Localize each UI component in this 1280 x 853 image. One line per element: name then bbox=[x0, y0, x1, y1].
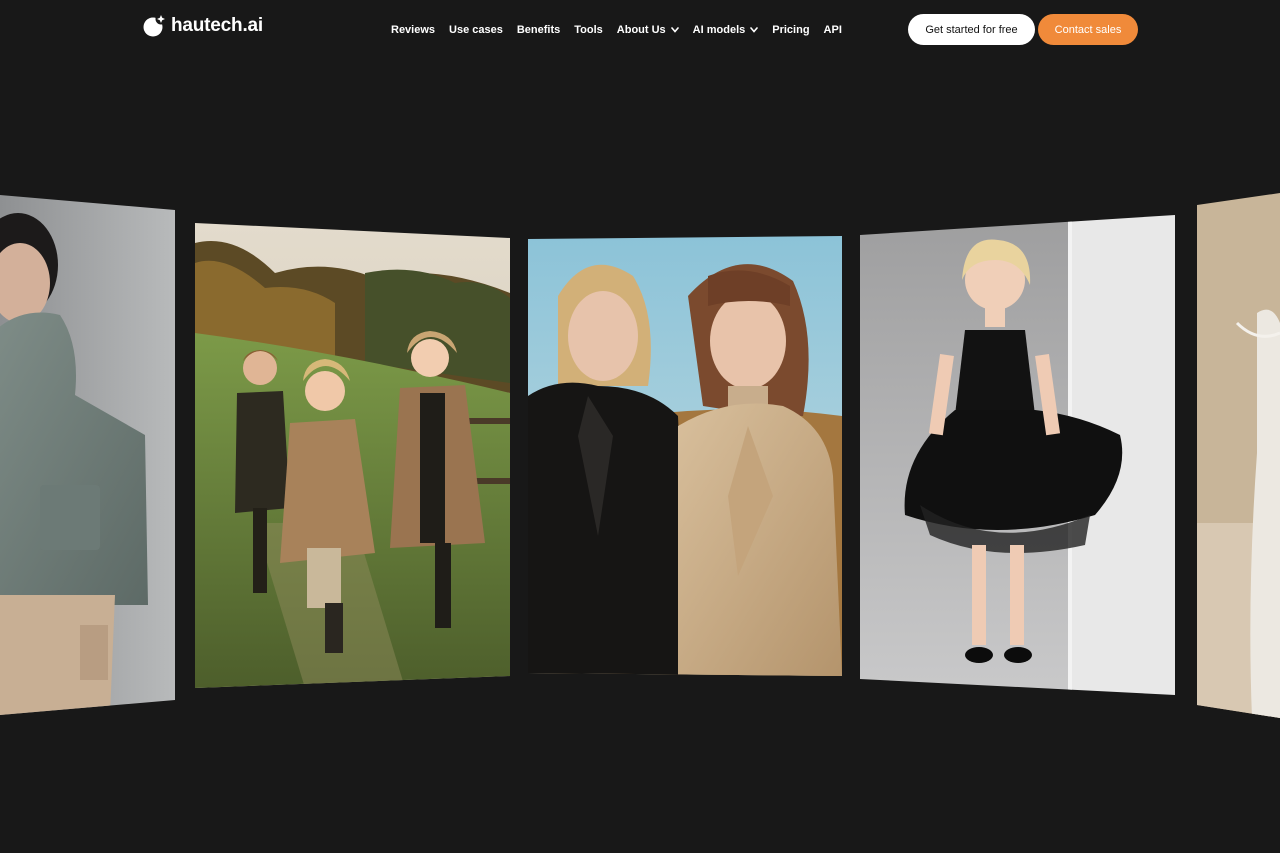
gallery-card-children-running[interactable] bbox=[195, 223, 510, 688]
brand-name: hautech.ai bbox=[171, 15, 263, 36]
main-menu: Reviews Use cases Benefits Tools About U… bbox=[391, 22, 842, 38]
nav-benefits[interactable]: Benefits bbox=[517, 22, 560, 38]
nav-ai-models[interactable]: AI models bbox=[693, 22, 759, 38]
nav-label: AI models bbox=[692, 24, 746, 36]
gallery-card-puffer-jacket[interactable] bbox=[0, 195, 175, 715]
nav-label: Benefits bbox=[516, 24, 561, 36]
contact-sales-button[interactable]: Contact sales bbox=[1038, 14, 1138, 45]
nav-label: Pricing bbox=[772, 24, 810, 36]
model-photo-image bbox=[1197, 193, 1280, 718]
gallery-card-two-women-coats[interactable] bbox=[528, 236, 842, 676]
nav-pricing[interactable]: Pricing bbox=[772, 22, 809, 38]
nav-api[interactable]: API bbox=[824, 22, 842, 38]
nav-label: API bbox=[823, 24, 842, 36]
top-nav: hautech.ai Reviews Use cases Benefits To… bbox=[0, 0, 1280, 60]
chevron-down-icon bbox=[750, 27, 759, 33]
gallery-card-light-dress[interactable] bbox=[1197, 193, 1280, 718]
nav-tools[interactable]: Tools bbox=[574, 22, 603, 38]
nav-label: Tools bbox=[574, 24, 603, 36]
model-photo-image bbox=[860, 215, 1175, 695]
chevron-down-icon bbox=[670, 27, 679, 33]
nav-label: Reviews bbox=[391, 24, 436, 36]
brand-logo[interactable]: hautech.ai bbox=[143, 13, 263, 38]
nav-label: Use cases bbox=[449, 24, 503, 36]
model-photo-image bbox=[528, 236, 842, 676]
gallery-card-girl-tulle-dress[interactable] bbox=[860, 215, 1175, 695]
nav-use-cases[interactable]: Use cases bbox=[449, 22, 503, 38]
get-started-button[interactable]: Get started for free bbox=[908, 14, 1035, 45]
circle-sparkle-logo-icon bbox=[143, 13, 167, 38]
nav-label: About Us bbox=[616, 24, 666, 36]
nav-reviews[interactable]: Reviews bbox=[391, 22, 435, 38]
nav-about-us[interactable]: About Us bbox=[617, 22, 679, 38]
model-photo-image bbox=[0, 195, 175, 715]
model-photo-image bbox=[195, 223, 510, 688]
model-gallery bbox=[0, 185, 1280, 735]
